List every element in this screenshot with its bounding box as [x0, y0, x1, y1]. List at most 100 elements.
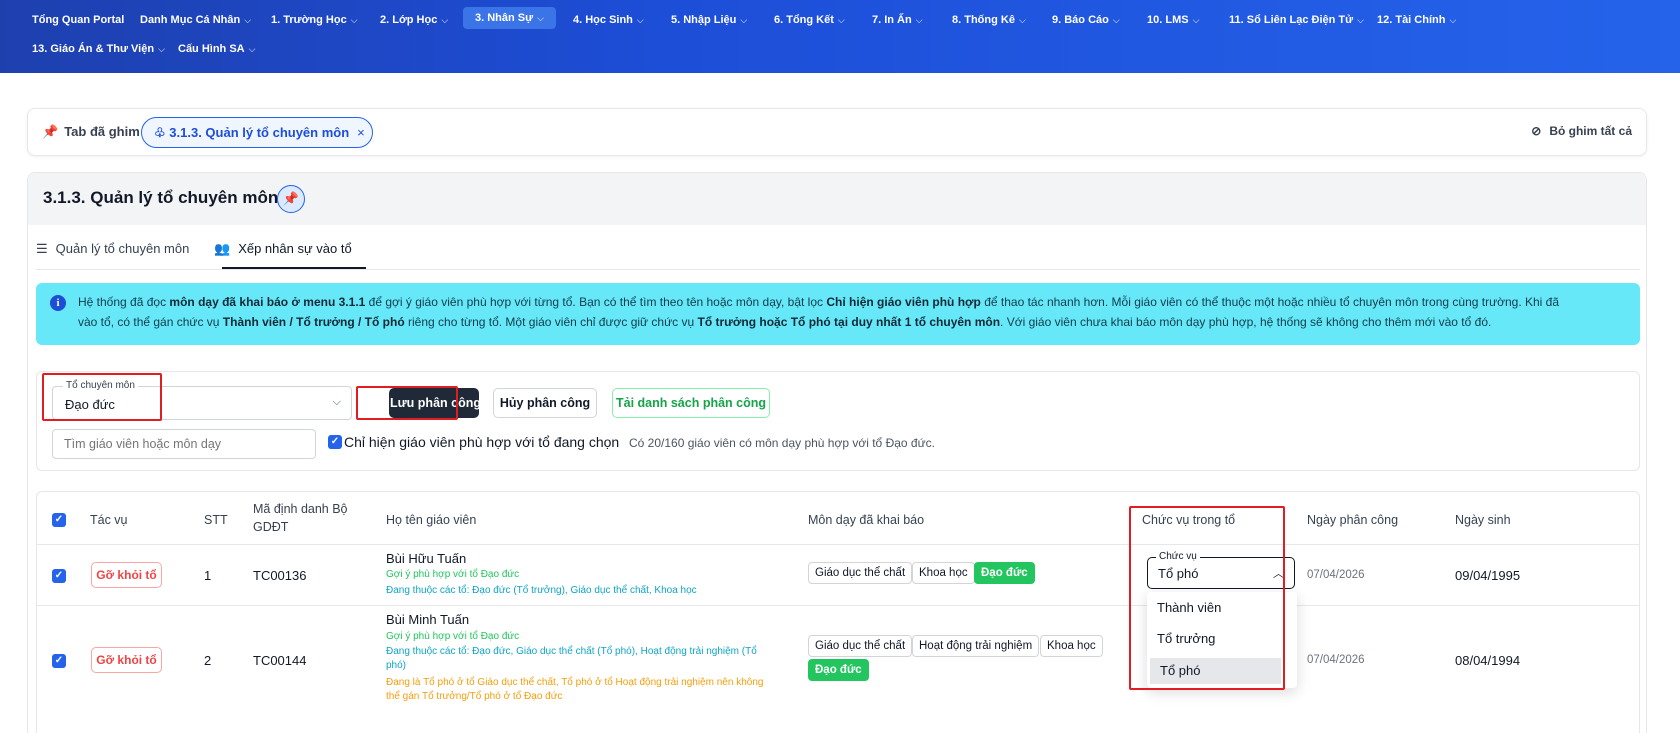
row-checkbox[interactable]: ✓ — [52, 654, 66, 668]
chevron-down-icon: ⌵ — [837, 15, 845, 25]
alert-text-part: . Với giáo viên chưa khai báo môn dạy ph… — [1000, 315, 1492, 329]
info-alert-text: Hệ thống đã đọc môn dạy đã khai báo ở me… — [78, 292, 1628, 332]
nav-item-nhap-lieu[interactable]: 5. Nhập Liệu ⌵ — [671, 14, 747, 26]
alert-text-part: để gợi ý giáo viên phù hợp với từng tổ. … — [365, 295, 827, 309]
unpin-icon: ⊘ — [1531, 124, 1542, 138]
cancel-assignment-button[interactable]: Hủy phân công — [493, 388, 597, 418]
header-id-line: GDĐT — [253, 520, 289, 534]
unpin-all-button[interactable]: ⊘ Bỏ ghim tất cả — [1531, 124, 1632, 138]
top-navigation: Tổng Quan Portal Danh Mục Cá Nhân ⌵ 1. Tr… — [0, 0, 1680, 73]
alert-text-part: để thao tác nhanh hơn. Mỗi giáo viên có … — [980, 295, 1560, 309]
nav-item-tai-chinh[interactable]: 12. Tài Chính ⌵ — [1377, 14, 1456, 26]
groups-line: phó) — [386, 660, 407, 671]
nav-item-so-lien-lac[interactable]: 11. Sổ Liên Lạc Điện Tử ⌵ — [1229, 14, 1364, 26]
nav-item-truong-hoc[interactable]: 1. Trường Học ⌵ — [271, 14, 358, 26]
remove-from-group-button[interactable]: Gỡ khỏi tổ — [91, 647, 162, 673]
chevron-down-icon: ⌵ — [248, 44, 256, 54]
pinned-tab-chip[interactable]: ♧ 3.1.3. Quản lý tổ chuyên môn × — [141, 117, 373, 148]
nav-item-label: 10. LMS — [1147, 14, 1189, 26]
chevron-down-icon: ⌵ — [537, 13, 544, 23]
cell-stt: 2 — [204, 653, 212, 668]
header-dob: Ngày sinh — [1455, 513, 1511, 527]
nav-item-label: 4. Học Sinh — [573, 14, 633, 26]
alert-text-part: Hệ thống đã đọc — [78, 295, 170, 309]
page-title: 3.1.3. Quản lý tổ chuyên môn — [43, 188, 279, 207]
close-icon[interactable]: × — [357, 125, 365, 140]
tabs: ☰ Quản lý tổ chuyên môn 👥 Xếp nhân sự vào … — [36, 231, 1640, 270]
header-id: Mã định danh Bộ GDĐT — [253, 502, 348, 534]
nav-item-giao-an[interactable]: 13. Giáo Án & Thư Viện ⌵ — [32, 43, 165, 55]
nav-item-hoc-sinh[interactable]: 4. Học Sinh ⌵ — [573, 14, 644, 26]
highlight-box — [1129, 506, 1285, 690]
alert-text-bold: môn dạy đã khai báo ở menu 3.1.1 — [169, 295, 366, 309]
pinned-tabs-label: 📌 Tab đã ghim — [42, 124, 140, 140]
only-matching-label: Chỉ hiện giáo viên phù hợp với tổ đang c… — [344, 434, 620, 450]
nav-item-label: 7. In Ấn — [872, 14, 912, 26]
select-all-checkbox[interactable]: ✓ — [52, 513, 66, 527]
pin-icon: 📌 — [42, 124, 59, 139]
nav-item-label: 2. Lớp Học — [380, 14, 438, 26]
nav-item-in-an[interactable]: 7. In Ấn ⌵ — [872, 14, 923, 26]
chevron-down-icon: ⌵ — [1192, 15, 1200, 25]
subject-tag: Hoạt động trải nghiệm — [912, 635, 1040, 657]
nav-item-danh-muc-ca-nhan[interactable]: Danh Mục Cá Nhân ⌵ — [140, 14, 251, 26]
users-icon: 👥 — [214, 241, 231, 256]
search-input[interactable] — [52, 429, 316, 459]
nav-item-tong-ket[interactable]: 6. Tổng Kết ⌵ — [774, 14, 845, 26]
alert-text-part: vào tổ, có thể gán chức vụ — [78, 315, 223, 329]
nav-item-lms[interactable]: 10. LMS ⌵ — [1147, 14, 1199, 26]
pin-page-button[interactable]: 📌 — [277, 185, 305, 213]
chevron-down-icon: ⌵ — [740, 15, 748, 25]
tab-quan-ly-to-chuyen-mon[interactable]: ☰ Quản lý tổ chuyên môn — [36, 241, 189, 257]
subject-tag-matched: Đạo đức — [808, 659, 869, 681]
only-matching-checkbox[interactable]: ✓ — [328, 435, 342, 449]
nav-item-cau-hinh-sa[interactable]: Cấu Hình SA ⌵ — [178, 43, 255, 55]
nav-item-lop-hoc[interactable]: 2. Lớp Học ⌵ — [380, 14, 448, 26]
pin-icon: 📌 — [282, 191, 300, 206]
info-alert: i Hệ thống đã đọc môn dạy đã khai báo ở … — [36, 283, 1640, 345]
chevron-down-icon: ⌵ — [915, 15, 923, 25]
highlight-box — [42, 373, 162, 421]
nav-item-bao-cao[interactable]: 9. Báo Cáo ⌵ — [1052, 14, 1120, 26]
cell-teacher-name: Bùi Hữu Tuấn — [386, 551, 467, 566]
header-action: Tác vụ — [90, 513, 128, 527]
pinned-tabs-label-text: Tab đã ghim — [64, 124, 140, 139]
nav-item-label: 1. Trường Học — [271, 14, 347, 26]
alert-text-bold: Thành viên / Tổ trưởng / Tổ phó — [222, 315, 405, 329]
tab-label: Quản lý tổ chuyên môn — [55, 241, 190, 256]
groups-line: Đang thuộc các tổ: Đạo đức, Giáo dục thể… — [386, 646, 757, 657]
cell-assigned-date: 07/04/2026 — [1307, 569, 1365, 581]
nav-item-thong-ke[interactable]: 8. Thống Kê ⌵ — [952, 14, 1026, 26]
list-icon: ☰ — [36, 241, 48, 256]
cell-id: TC00144 — [253, 653, 307, 668]
org-chart-icon: ♧ — [154, 125, 166, 140]
chevron-down-icon: ⌵ — [244, 15, 252, 25]
nav-item-tong-quan-portal[interactable]: Tổng Quan Portal — [32, 14, 124, 26]
teacher-table: ✓ Tác vụ STT Mã định danh Bộ GDĐT Họ tên … — [36, 491, 1640, 733]
nav-item-label: 8. Thống Kê — [952, 14, 1015, 26]
remove-from-group-button[interactable]: Gỡ khỏi tổ — [91, 562, 162, 588]
nav-item-label: 5. Nhập Liệu — [671, 14, 737, 26]
tab-xep-nhan-su-vao-to[interactable]: 👥 Xếp nhân sự vào tổ — [214, 241, 352, 257]
nav-item-label: 11. Sổ Liên Lạc Điện Tử — [1229, 14, 1354, 26]
main-card: 3.1.3. Quản lý tổ chuyên môn 📌 ☰ Quản lý … — [27, 172, 1647, 733]
download-assignment-button[interactable]: Tải danh sách phân công — [612, 388, 770, 418]
tab-label: Xếp nhân sự vào tổ — [238, 241, 352, 256]
cell-dob: 08/04/1994 — [1455, 653, 1521, 668]
row-divider — [37, 544, 1639, 545]
cell-dob: 09/04/1995 — [1455, 568, 1521, 583]
cell-current-groups: Đang thuộc các tổ: Đạo đức (Tổ trưởng), … — [386, 585, 697, 596]
alert-text-bold: Tổ trưởng hoặc Tổ phó tại duy nhất 1 tổ … — [697, 315, 1001, 329]
cell-assigned-date: 07/04/2026 — [1307, 654, 1365, 666]
row-divider — [37, 605, 1639, 606]
cell-match-hint: Gợi ý phù hợp với tổ Đạo đức — [386, 631, 520, 642]
subject-tag: Khoa học — [1040, 635, 1103, 657]
nav-item-label: Cấu Hình SA — [178, 43, 245, 55]
chevron-down-icon: ⌵ — [1357, 15, 1364, 25]
nav-item-label: 12. Tài Chính — [1377, 14, 1446, 26]
match-count-note: Có 20/160 giáo viên có môn dạy phù hợp v… — [629, 436, 935, 450]
nav-item-nhan-su[interactable]: 3. Nhân Sự ⌵ — [463, 7, 556, 29]
cell-teacher-name: Bùi Minh Tuấn — [386, 612, 470, 627]
alert-line-2: vào tổ, có thể gán chức vụ Thành viên / … — [78, 312, 1628, 332]
row-checkbox[interactable]: ✓ — [52, 569, 66, 583]
